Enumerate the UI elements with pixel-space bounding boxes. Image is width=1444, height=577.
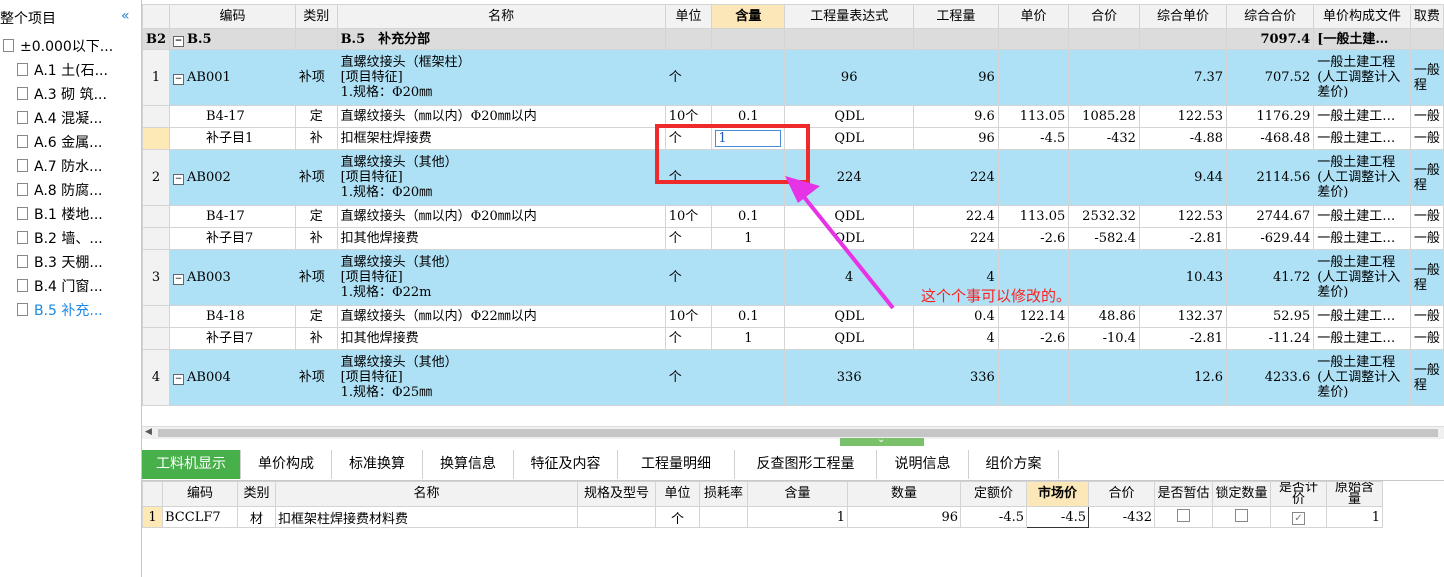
tab-reverse-lookup[interactable]: 反查图形工程量 <box>735 450 877 479</box>
resource-row[interactable]: 1 BCCLF7 材 扣框架柱焊接费材料费 个 1 96 -4.5 -4.5 -… <box>142 506 1383 528</box>
resource-table-wrap: 编码 类别 名称 规格及型号 单位 损耗率 含量 数量 定额价 市场价 合价 是… <box>142 481 1383 528</box>
tree-item[interactable]: A.8 防腐... <box>17 180 103 200</box>
row-number: 4 <box>142 349 171 406</box>
collapse-toggle-icon[interactable]: − <box>173 74 185 85</box>
collapse-toggle-icon[interactable]: − <box>173 374 185 385</box>
item-grid: 编码 类别 名称 单位 含量 工程量表达式 工程量 单价 合价 综合单价 综合合… <box>142 4 1444 428</box>
scroll-left-icon[interactable]: ◀ <box>145 427 152 437</box>
detail-tabs: 工料机显示 单价构成 标准换算 换算信息 特征及内容 工程量明细 反查图形工程量… <box>142 450 1444 481</box>
row-number: 2 <box>142 149 171 206</box>
scrollbar-thumb[interactable] <box>158 429 1438 437</box>
resource-table: 编码 类别 名称 规格及型号 单位 损耗率 含量 数量 定额价 市场价 合价 是… <box>142 481 1383 528</box>
table-row[interactable]: B4-18 定 直螺纹接头（㎜以内）Φ22㎜以内 10个 0.1 QDL 0.4… <box>142 305 1444 328</box>
lock-quantity-checkbox[interactable] <box>1235 508 1248 522</box>
table-row[interactable]: 1 − AB001 补项 直螺纹接头（框架柱） [项目特征] 1.规格：Φ20㎜ 个 … <box>142 49 1444 106</box>
category-file: [一般土建… <box>1313 28 1411 50</box>
annotation-note: 这个个事可以修改的。 <box>921 287 1072 305</box>
resource-header-row: 编码 类别 名称 规格及型号 单位 损耗率 含量 数量 定额价 市场价 合价 是… <box>142 481 1383 507</box>
row-number: 1 <box>142 49 171 106</box>
tree-item-selected[interactable]: B.5 补充... <box>17 300 103 320</box>
tree-item[interactable]: A.1 土(石... <box>17 60 108 80</box>
document-icon <box>17 279 28 292</box>
document-icon <box>17 231 28 244</box>
col-header[interactable]: 综合单价 <box>1138 4 1228 29</box>
tree-item[interactable]: A.3 砌 筑... <box>17 84 107 104</box>
col-header[interactable]: 编码 <box>169 4 296 29</box>
table-row[interactable]: B4-17 定 直螺纹接头（㎜以内）Φ20㎜以内 10个 0.1 QDL 22.… <box>142 205 1444 228</box>
tab-pricing-plan[interactable]: 组价方案 <box>969 450 1059 479</box>
row-number: 3 <box>142 249 171 306</box>
table-row[interactable]: 补子目7 补 扣其他焊接费 个 1 QDL 4 -2.6 -10.4 -2.81… <box>142 327 1444 350</box>
collapse-toggle-icon[interactable]: − <box>173 35 185 47</box>
col-header <box>142 4 171 29</box>
col-header[interactable]: 工程量 <box>913 4 999 29</box>
row-number: B2 <box>142 28 171 50</box>
document-icon <box>17 87 28 100</box>
header-row: 编码 类别 名称 单位 含量 工程量表达式 工程量 单价 合价 综合单价 综合合… <box>142 4 1444 29</box>
col-header-active[interactable]: 含量 <box>711 4 786 29</box>
document-icon <box>17 303 28 316</box>
document-icon <box>3 39 14 52</box>
col-header[interactable]: 单价构成文件 <box>1313 4 1411 29</box>
tab-description[interactable]: 说明信息 <box>877 450 969 479</box>
chevron-down-icon: ⌄ <box>877 434 886 445</box>
highlight-box <box>655 124 810 184</box>
category-total: 7097.4 <box>1226 28 1315 50</box>
col-header[interactable]: 工程量表达式 <box>784 4 915 29</box>
horizontal-scrollbar[interactable]: ◀ <box>142 426 1444 439</box>
priced-checkbox[interactable]: ✓ <box>1292 511 1305 525</box>
table-row[interactable]: 4 − AB004 补项 直螺纹接头（其他） [项目特征] 1.规格：Φ25㎜ 个 3… <box>142 349 1444 406</box>
col-header[interactable]: 合价 <box>1068 4 1140 29</box>
tab-conversion-info[interactable]: 换算信息 <box>423 450 514 479</box>
document-icon <box>17 183 28 196</box>
tab-standard-conversion[interactable]: 标准换算 <box>332 450 423 479</box>
panel-splitter[interactable]: ⌄ <box>840 434 924 446</box>
table-row[interactable]: 3 − AB003 补项 直螺纹接头（其他） [项目特征] 1.规格：Φ22m 个 4… <box>142 249 1444 306</box>
category-name: B.5 补充分部 <box>336 28 666 50</box>
table-row[interactable]: 补子目7 补 扣其他焊接费 个 1 QDL 224 -2.6 -582.4 -2… <box>142 227 1444 250</box>
col-header[interactable]: 类别 <box>294 4 338 29</box>
tab-labor-material[interactable]: 工料机显示 <box>142 450 241 479</box>
tree-item[interactable]: B.4 门窗... <box>17 276 103 296</box>
collapse-toggle-icon[interactable]: − <box>173 174 185 185</box>
document-icon <box>17 159 28 172</box>
document-icon <box>17 255 28 268</box>
tree-item[interactable]: A.4 混凝... <box>17 108 103 128</box>
estimate-checkbox[interactable] <box>1177 508 1190 522</box>
col-header[interactable]: 单位 <box>664 4 713 29</box>
tree-root[interactable]: 整个项目 <box>0 8 56 28</box>
col-header[interactable]: 单价 <box>997 4 1070 29</box>
col-header[interactable]: 名称 <box>336 4 666 29</box>
document-icon <box>17 135 28 148</box>
market-price-input[interactable]: -4.5 <box>1026 506 1089 528</box>
tree-item[interactable]: B.1 楼地... <box>17 204 103 224</box>
document-icon <box>17 111 28 124</box>
col-header[interactable]: 取费 <box>1409 4 1444 29</box>
collapse-icon[interactable]: « <box>121 8 130 24</box>
tab-quantity-detail[interactable]: 工程量明细 <box>618 450 735 479</box>
tab-features[interactable]: 特征及内容 <box>514 450 618 479</box>
tree-item[interactable]: ±0.000以下... <box>3 36 113 56</box>
tab-price-composition[interactable]: 单价构成 <box>241 450 332 479</box>
project-tree: 整个项目 « ±0.000以下... A.1 土(石... A.3 砌 筑...… <box>0 0 142 577</box>
tree-item[interactable]: A.7 防水... <box>17 156 103 176</box>
document-icon <box>17 63 28 76</box>
tree-item[interactable]: B.2 墙、... <box>17 228 103 248</box>
category-row[interactable]: B2 − B.5 B.5 补充分部 7097.4 [一般土建… <box>142 28 1444 50</box>
tree-item[interactable]: A.6 金属... <box>17 132 103 152</box>
tree-item[interactable]: B.3 天棚... <box>17 252 103 272</box>
col-header[interactable]: 综合合价 <box>1226 4 1315 29</box>
document-icon <box>17 207 28 220</box>
bill-table: 编码 类别 名称 单位 含量 工程量表达式 工程量 单价 合价 综合单价 综合合… <box>142 4 1444 406</box>
collapse-toggle-icon[interactable]: − <box>173 274 185 285</box>
